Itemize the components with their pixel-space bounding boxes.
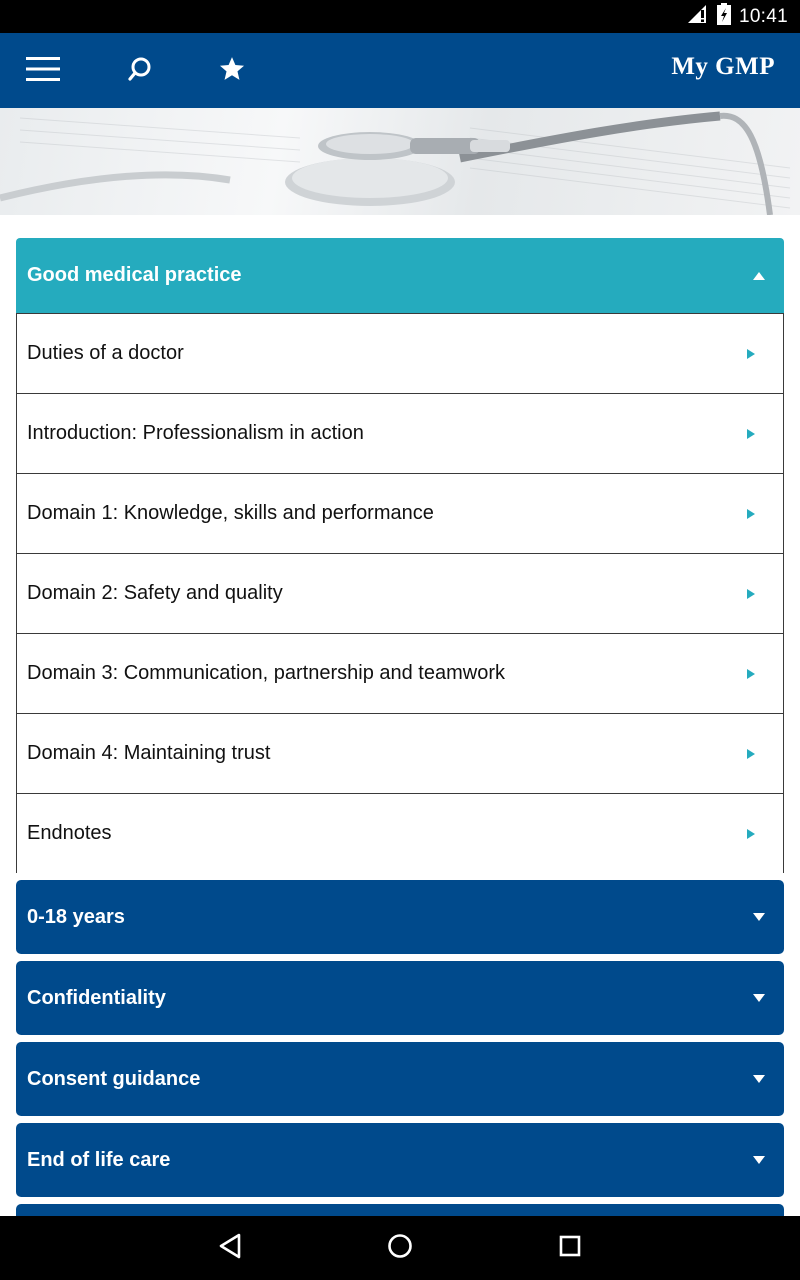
back-button[interactable] (208, 1226, 252, 1270)
recents-button[interactable] (548, 1226, 592, 1270)
battery-icon (716, 3, 731, 30)
chevron-right-icon (747, 748, 755, 759)
section-title: Good medical practice (27, 264, 242, 286)
star-icon (218, 55, 246, 88)
home-button[interactable] (378, 1226, 422, 1270)
list-item-label: Domain 1: Knowledge, skills and performa… (27, 502, 434, 524)
section-good-medical-practice: Good medical practice Duties of a doctor… (16, 238, 784, 873)
search-button[interactable] (118, 49, 162, 93)
app-screen: 10:41 My GMP Good medical practice Dutie… (0, 0, 800, 1280)
list-item-domain-1[interactable]: Domain 1: Knowledge, skills and performa… (17, 473, 783, 553)
list-item-label: Domain 4: Maintaining trust (27, 742, 271, 764)
sub-section-list: Duties of a doctor Introduction: Profess… (16, 313, 784, 873)
status-time: 10:41 (738, 5, 788, 27)
list-item-endnotes[interactable]: Endnotes (17, 793, 783, 873)
section-header-good-medical-practice[interactable]: Good medical practice (16, 238, 784, 313)
app-title: My GMP (671, 53, 775, 80)
status-icons: 10:41 (687, 0, 788, 33)
system-nav-bar (0, 1216, 800, 1280)
back-icon (217, 1232, 243, 1265)
collapse-caret-icon (753, 271, 765, 280)
section-title: 0-18 years (27, 905, 125, 928)
chevron-right-icon (747, 828, 755, 839)
list-item-label: Endnotes (27, 822, 112, 844)
section-confidentiality[interactable]: Confidentiality (16, 961, 784, 1035)
signal-icon (687, 4, 709, 29)
expand-caret-icon (753, 994, 765, 1002)
chevron-right-icon (747, 428, 755, 439)
list-item-label: Domain 2: Safety and quality (27, 582, 283, 604)
stethoscope-banner (0, 111, 791, 215)
app-bar: My GMP (0, 33, 800, 108)
chevron-right-icon (747, 588, 755, 599)
list-item-introduction[interactable]: Introduction: Professionalism in action (17, 393, 783, 473)
section-title: Consent guidance (27, 1067, 201, 1090)
list-item-duties-of-a-doctor[interactable]: Duties of a doctor (17, 313, 783, 393)
list-item-domain-4[interactable]: Domain 4: Maintaining trust (17, 713, 783, 793)
chevron-right-icon (747, 668, 755, 679)
list-item-domain-2[interactable]: Domain 2: Safety and quality (17, 553, 783, 633)
favourites-button[interactable] (210, 49, 254, 93)
chevron-right-icon (747, 348, 755, 359)
section-title: End of life care (27, 1148, 171, 1171)
section-next-partial[interactable] (16, 1204, 784, 1216)
hero-banner (0, 108, 800, 215)
chevron-right-icon (747, 508, 755, 519)
search-icon (127, 56, 153, 87)
menu-icon (26, 56, 60, 87)
guidance-list: Good medical practice Duties of a doctor… (0, 215, 800, 1216)
section-consent-guidance[interactable]: Consent guidance (16, 1042, 784, 1116)
list-item-label: Introduction: Professionalism in action (27, 422, 364, 444)
section-title: Confidentiality (27, 986, 166, 1009)
section-end-of-life-care[interactable]: End of life care (16, 1123, 784, 1197)
expand-caret-icon (753, 913, 765, 921)
recents-icon (557, 1233, 583, 1264)
list-item-label: Duties of a doctor (27, 342, 184, 364)
expand-caret-icon (753, 1156, 765, 1164)
list-item-label: Domain 3: Communication, partnership and… (27, 662, 505, 684)
section-0-18-years[interactable]: 0-18 years (16, 880, 784, 954)
home-icon (386, 1232, 414, 1265)
list-item-domain-3[interactable]: Domain 3: Communication, partnership and… (17, 633, 783, 713)
menu-button[interactable] (22, 51, 64, 91)
status-bar: 10:41 (0, 0, 800, 33)
expand-caret-icon (753, 1075, 765, 1083)
